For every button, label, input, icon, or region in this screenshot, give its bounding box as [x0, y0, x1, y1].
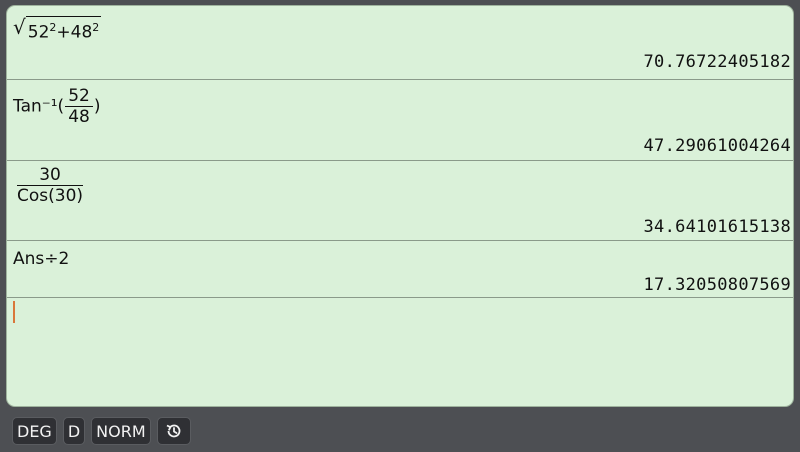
history-button[interactable]: [156, 417, 191, 445]
operand: 48: [70, 22, 93, 43]
angle-mode-indicator[interactable]: DEG: [12, 417, 57, 445]
display-mode-indicator[interactable]: D: [62, 417, 86, 445]
calculator-frame: √ 522+482 70.76722405182 Tan⁻¹(52 48) 47.…: [0, 0, 800, 452]
sqrt-symbol: √: [13, 15, 26, 39]
number-format-indicator[interactable]: NORM: [91, 417, 151, 445]
denominator: Cos(30): [17, 186, 84, 206]
expression: 30 Cos(30): [13, 165, 87, 206]
denominator: 48: [68, 107, 90, 127]
numerator: 30: [17, 165, 83, 186]
calculator-display[interactable]: √ 522+482 70.76722405182 Tan⁻¹(52 48) 47.…: [6, 5, 794, 407]
history-icon: [166, 424, 181, 438]
function-name: Tan⁻¹(: [13, 96, 65, 117]
history-entry[interactable]: Ans÷2 17.32050807569: [7, 241, 793, 298]
expression: Tan⁻¹(52 48): [13, 86, 100, 127]
expression: Ans÷2: [13, 249, 70, 269]
operand: 52: [27, 22, 50, 43]
result: 34.64101615138: [643, 217, 791, 237]
text-cursor: [13, 301, 15, 323]
close-paren: ): [93, 96, 101, 117]
history-entry[interactable]: 30 Cos(30) 34.64101615138: [7, 161, 793, 241]
history-entry[interactable]: √ 522+482 70.76722405182: [7, 6, 793, 80]
status-bar: DEG D NORM: [0, 410, 800, 452]
sqrt-radicand: 522+482: [25, 16, 102, 44]
exponent: 2: [92, 21, 100, 34]
operator: +: [56, 22, 71, 43]
numerator: 52: [65, 86, 93, 107]
history-entry[interactable]: Tan⁻¹(52 48) 47.29061004264: [7, 80, 793, 161]
sqrt-expression: √ 522+482: [13, 15, 102, 44]
result: 47.29061004264: [643, 136, 791, 156]
fraction: 52 48: [65, 86, 93, 127]
result: 70.76722405182: [643, 52, 791, 72]
expression: √ 522+482: [13, 15, 102, 44]
fraction: 30 Cos(30): [14, 165, 86, 206]
result: 17.32050807569: [643, 275, 791, 295]
